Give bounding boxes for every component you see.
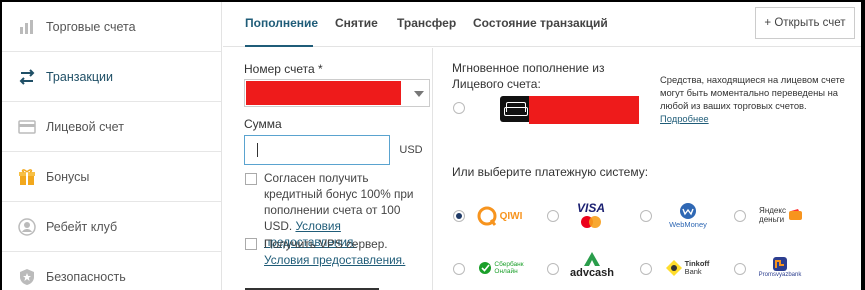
open-account-button[interactable]: + Открыть счет xyxy=(755,7,855,39)
vps-terms-link[interactable]: Условия предоставления. xyxy=(264,253,405,267)
sidebar-item-bonuses[interactable]: Бонусы xyxy=(2,152,221,202)
instant-deposit-info: Средства, находящиеся на лицевом счете м… xyxy=(660,73,845,125)
tinkoff-line-2: Bank xyxy=(684,267,702,276)
sberbank-line-2: Онлайн xyxy=(494,268,518,275)
sidebar: Торговые счета Транзакции Лицевой счет Б… xyxy=(2,2,222,290)
payment-radio-qiwi[interactable] xyxy=(453,210,465,222)
advcash-text: advcash xyxy=(569,267,615,279)
vps-label: Получить VPS сервер. xyxy=(264,237,388,251)
payment-radio-advcash[interactable] xyxy=(547,263,559,275)
instant-deposit-label: Мгновенное пополнение из Лицевого счета: xyxy=(452,61,605,91)
qiwi-text: QIWI xyxy=(499,210,523,222)
sidebar-item-label: Торговые счета xyxy=(46,19,136,34)
gift-icon xyxy=(18,168,36,186)
yandex-money-logo[interactable]: Яндекс деньги xyxy=(754,200,808,230)
currency-label: USD xyxy=(399,144,423,156)
qiwi-icon xyxy=(477,206,497,226)
payment-radio-sberbank[interactable] xyxy=(453,263,465,275)
shield-icon xyxy=(18,268,36,286)
amount-label: Сумма xyxy=(244,117,282,131)
sidebar-item-security[interactable]: Безопасность xyxy=(2,252,221,290)
transfer-arrows-icon xyxy=(18,68,36,86)
sberbank-text: Сбербанк Онлайн xyxy=(494,261,523,275)
payment-radio-visa-mastercard[interactable] xyxy=(547,210,559,222)
sidebar-item-personal-account[interactable]: Лицевой счет xyxy=(2,102,221,152)
webmoney-globe-icon xyxy=(680,202,696,219)
vps-text: Получить VPS сервер. Условия предоставле… xyxy=(264,236,429,268)
wallet-icon xyxy=(18,118,36,136)
tab-transfer[interactable]: Трансфер xyxy=(397,16,456,30)
mastercard-icon xyxy=(581,216,601,228)
vps-checkbox[interactable] xyxy=(245,238,257,250)
instant-deposit-radio[interactable] xyxy=(453,102,465,114)
webmoney-logo[interactable]: WebMoney xyxy=(660,198,716,232)
tinkoff-logo[interactable]: Tinkoff Bank xyxy=(658,253,716,283)
bar-chart-icon xyxy=(18,18,36,36)
promsvyazbank-icon xyxy=(773,257,787,271)
amount-input[interactable] xyxy=(244,135,390,165)
visa-mastercard-logo[interactable]: VISA xyxy=(566,198,616,232)
sidebar-item-trading-accounts[interactable]: Торговые счета xyxy=(2,2,221,52)
sidebar-item-label: Ребейт клуб xyxy=(46,219,118,234)
yandex-line-2: деньги xyxy=(759,215,785,224)
credit-bonus-checkbox[interactable] xyxy=(245,173,257,185)
payment-system-label: Или выберите платежную систему: xyxy=(452,165,649,179)
payment-options: Мгновенное пополнение из Лицевого счета:… xyxy=(434,48,861,290)
tab-transaction-status[interactable]: Состояние транзакций xyxy=(473,16,608,30)
instant-info-text: Средства, находящиеся на лицевом счете м… xyxy=(660,74,845,111)
promsvyazbank-logo[interactable]: Promsvyazbank xyxy=(752,248,808,286)
account-number-select[interactable] xyxy=(244,79,430,107)
visa-text: VISA xyxy=(576,201,605,215)
payment-radio-yandex[interactable] xyxy=(734,210,746,222)
sidebar-item-label: Бонусы xyxy=(46,169,90,184)
user-icon xyxy=(18,217,36,236)
sidebar-item-transactions[interactable]: Транзакции xyxy=(2,52,221,102)
deposit-form: Номер счета * Сумма USD Согласен получит… xyxy=(223,48,433,290)
advcash-logo[interactable]: advcash xyxy=(564,244,620,286)
active-tab-indicator xyxy=(245,45,313,47)
yandex-text: Яндекс деньги xyxy=(759,206,786,224)
yandex-line-1: Яндекс xyxy=(759,206,786,215)
tab-withdrawal[interactable]: Снятие xyxy=(335,16,378,30)
redacted-account-number xyxy=(246,81,401,105)
text-cursor xyxy=(257,143,258,157)
payment-radio-tinkoff[interactable] xyxy=(640,263,652,275)
wallet-icon xyxy=(500,96,532,122)
tab-deposit[interactable]: Пополнение xyxy=(245,16,318,30)
sidebar-item-label: Лицевой счет xyxy=(46,119,124,134)
sidebar-item-label: Безопасность xyxy=(46,269,126,284)
qiwi-logo[interactable]: QIWI xyxy=(472,201,526,231)
promsvyazbank-text: Promsvyazbank xyxy=(758,272,802,278)
advcash-icon xyxy=(584,252,600,266)
chevron-down-icon xyxy=(414,91,424,97)
yandex-wallet-icon xyxy=(788,209,802,220)
tinkoff-text: Tinkoff Bank xyxy=(685,260,710,276)
redacted-personal-account xyxy=(529,96,639,124)
tinkoff-icon xyxy=(665,260,682,276)
payment-radio-promsvyazbank[interactable] xyxy=(734,263,746,275)
sberbank-icon xyxy=(479,262,492,274)
payment-radio-webmoney[interactable] xyxy=(640,210,652,222)
sidebar-item-label: Транзакции xyxy=(46,69,114,84)
account-number-label: Номер счета * xyxy=(244,62,323,76)
tab-bar: Пополнение Снятие Трансфер Состояние тра… xyxy=(223,2,861,47)
webmoney-text: WebMoney xyxy=(669,219,707,229)
more-link[interactable]: Подробнее xyxy=(660,113,709,124)
app-frame: Торговые счета Транзакции Лицевой счет Б… xyxy=(2,2,861,290)
sberbank-line-1: Сбербанк xyxy=(494,261,524,268)
sidebar-item-rebate-club[interactable]: Ребейт клуб xyxy=(2,202,221,252)
sberbank-online-logo[interactable]: Сбербанк Онлайн xyxy=(472,253,530,283)
